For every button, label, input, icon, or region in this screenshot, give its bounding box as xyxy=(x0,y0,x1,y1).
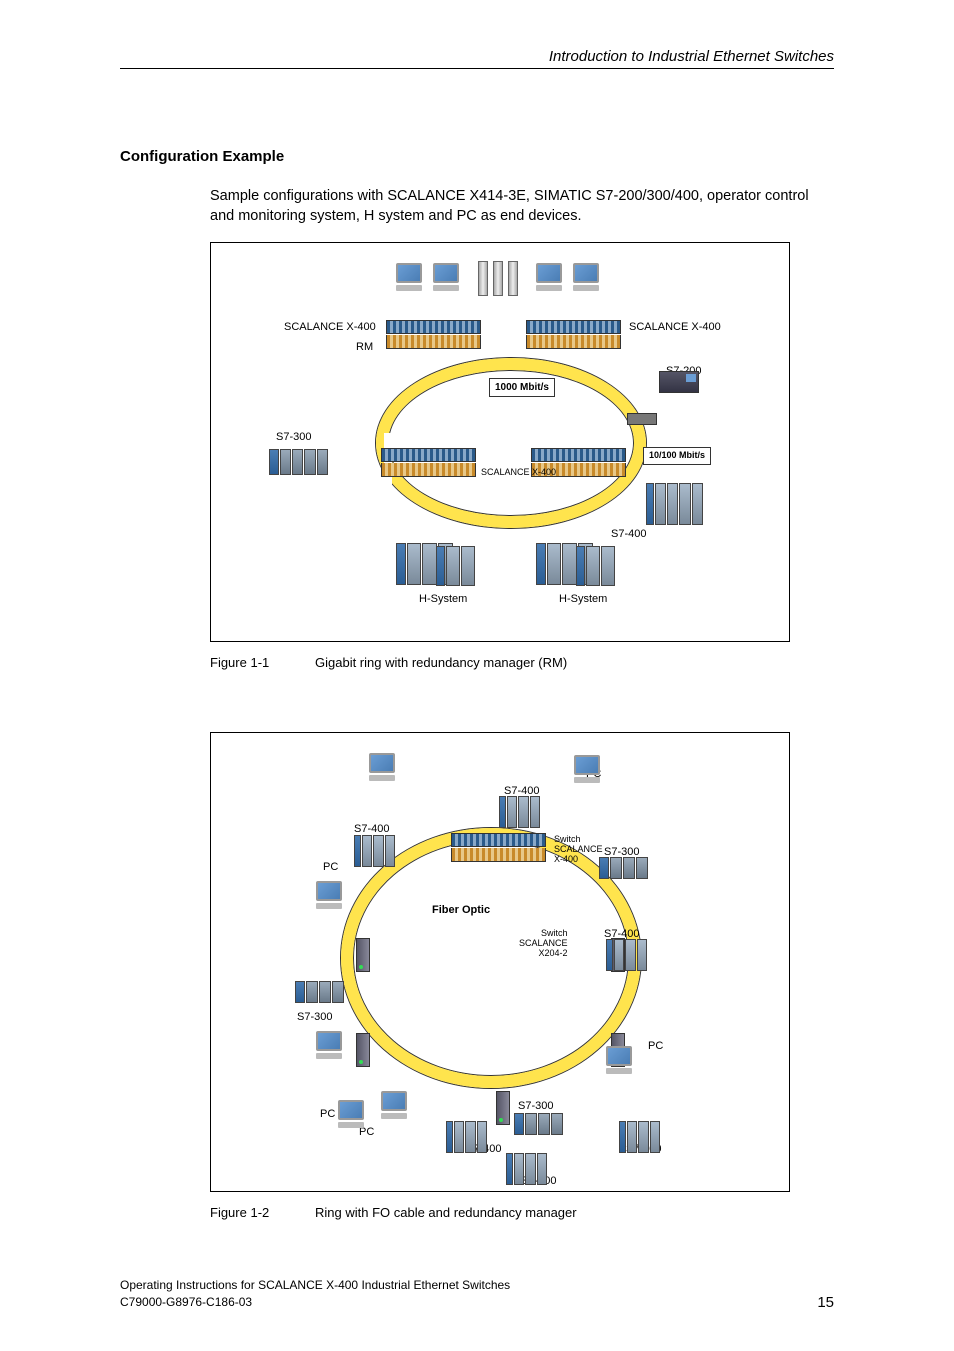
monitor-icon xyxy=(369,753,401,785)
hub-icon xyxy=(627,413,657,425)
figure-2-box: Fiber Optic PC S7-400 S7-400 PC SwitchSC… xyxy=(210,732,790,1192)
footer-line-2: C79000-G8976-C186-03 xyxy=(120,1294,834,1311)
running-header: Introduction to Industrial Ethernet Swit… xyxy=(549,48,834,65)
server-rack-icon xyxy=(493,261,503,296)
label-s7-300: S7-300 xyxy=(297,1011,332,1023)
monitor-icon xyxy=(316,881,348,913)
server-rack-icon xyxy=(478,261,488,296)
monitor-icon xyxy=(573,263,605,295)
footer: Operating Instructions for SCALANCE X-40… xyxy=(120,1277,834,1311)
x204-switch-icon xyxy=(356,938,370,972)
s7-400-icon xyxy=(354,835,396,867)
s7-400-icon xyxy=(506,1153,548,1185)
label-rm: RM xyxy=(356,341,373,353)
label-pc: PC xyxy=(320,1108,335,1120)
h-system-icon xyxy=(576,546,616,586)
label-s7-400: S7-400 xyxy=(354,823,389,835)
s7-400-icon xyxy=(606,939,648,971)
label-s7-400: S7-400 xyxy=(611,528,646,540)
scalance-switch-icon xyxy=(526,320,621,350)
figure-1-caption: Figure 1-1Gigabit ring with redundancy m… xyxy=(210,655,567,670)
s7-300-icon xyxy=(599,857,649,879)
label-scalance-right: SCALANCE X-400 xyxy=(629,321,721,333)
s7-400-icon xyxy=(446,1121,488,1153)
speed-1000-label: 1000 Mbit/s xyxy=(489,378,555,397)
label-pc: PC xyxy=(323,861,338,873)
section-heading: Configuration Example xyxy=(120,148,284,165)
label-s7-300: S7-300 xyxy=(276,431,311,443)
figure-2-caption: Figure 1-2Ring with FO cable and redunda… xyxy=(210,1205,577,1220)
monitor-icon xyxy=(433,263,465,295)
s7-400-icon xyxy=(619,1121,661,1153)
server-rack-icon xyxy=(508,261,518,296)
s7-300-icon xyxy=(514,1113,564,1135)
figure-1-box: 1000 Mbit/s 10/100 Mbit/s SCALANCE X-400… xyxy=(210,242,790,642)
s7-400-icon xyxy=(499,796,541,828)
speed-10-100-label: 10/100 Mbit/s xyxy=(643,447,711,465)
intro-paragraph: Sample configurations with SCALANCE X414… xyxy=(210,186,834,227)
s7-200-icon xyxy=(659,371,699,393)
fiber-ring-icon xyxy=(341,828,641,1088)
monitor-icon xyxy=(316,1031,348,1063)
monitor-icon xyxy=(606,1046,638,1078)
fiber-optic-label: Fiber Optic xyxy=(429,903,493,917)
monitor-icon xyxy=(574,755,606,787)
label-h-system-b: H-System xyxy=(559,593,607,605)
x204-switch-icon xyxy=(356,1033,370,1067)
scalance-switch-icon xyxy=(386,320,481,350)
page-number: 15 xyxy=(817,1294,834,1311)
header-rule xyxy=(120,68,834,69)
s7-400-icon xyxy=(646,483,704,525)
label-switch-x204: SwitchSCALANCEX204-2 xyxy=(519,929,568,959)
label-switch-x400: SwitchSCALANCEX-400 xyxy=(554,835,603,865)
monitor-icon xyxy=(338,1100,370,1132)
s7-300-icon xyxy=(269,449,329,475)
label-scalance-left: SCALANCE X-400 xyxy=(284,321,376,333)
scalance-switch-icon xyxy=(451,833,546,863)
label-pc: PC xyxy=(648,1040,663,1052)
scalance-switch-icon xyxy=(381,448,476,478)
x204-switch-icon xyxy=(496,1091,510,1125)
s7-300-icon xyxy=(295,981,345,1003)
monitor-icon xyxy=(381,1091,413,1123)
label-s7-300: S7-300 xyxy=(518,1100,553,1112)
monitor-icon xyxy=(396,263,428,295)
h-system-icon xyxy=(436,546,476,586)
label-h-system-a: H-System xyxy=(419,593,467,605)
monitor-icon xyxy=(536,263,568,295)
footer-line-1: Operating Instructions for SCALANCE X-40… xyxy=(120,1277,834,1294)
label-scalance-mid: SCALANCE X-400 xyxy=(481,468,556,478)
